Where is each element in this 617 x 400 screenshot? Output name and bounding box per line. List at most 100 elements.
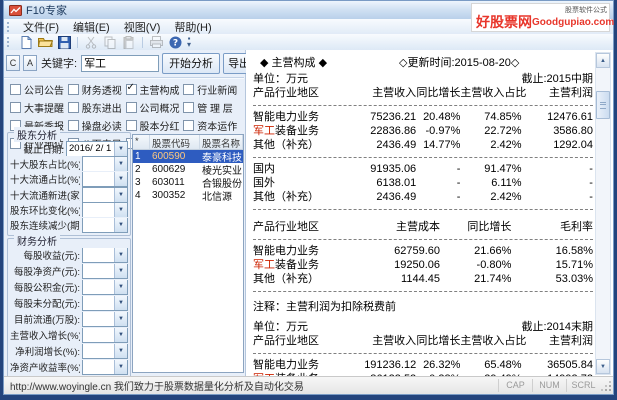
case-c-button[interactable]: C xyxy=(6,55,20,71)
checkbox-box[interactable] xyxy=(67,84,79,95)
chevron-down-icon[interactable]: ▼ xyxy=(114,264,127,278)
start-analysis-button[interactable]: 开始分析 xyxy=(162,52,221,74)
filter-capital-ops[interactable]: 资本运作 xyxy=(183,118,241,133)
chevron-down-icon[interactable]: ▼ xyxy=(114,202,127,217)
vertical-scrollbar[interactable]: ▲ ▼ xyxy=(595,52,611,375)
field-holder-decrease: 股东连续减少(期): ▼ xyxy=(10,217,128,233)
undistributed-combo[interactable]: ▼ xyxy=(82,295,128,311)
revenue-growth-combo[interactable]: ▼ xyxy=(82,327,128,343)
report-row: 军工装备业务 19250.06 -0.80% 15.71% xyxy=(253,259,593,271)
field-label: 每股净资产(元): xyxy=(14,267,80,278)
filter-must-read[interactable]: 操盘必读 xyxy=(67,118,126,133)
cutoff-date-combo[interactable]: 2016/ 2/ 1 ▼ xyxy=(66,141,128,157)
checkbox-box[interactable] xyxy=(125,82,137,95)
bps-combo[interactable]: ▼ xyxy=(82,263,128,279)
field-top10-holders: 十大股东占比(%): ▼ xyxy=(10,156,128,172)
filter-holder-moves[interactable]: 股东进出 xyxy=(67,100,126,115)
filter-company-profile[interactable]: 公司概况 xyxy=(125,100,184,115)
checkbox-label: 财务透视 xyxy=(81,86,122,97)
help-icon[interactable]: ? xyxy=(166,35,184,50)
print-icon[interactable] xyxy=(147,35,165,50)
toolbar-overflow-icon[interactable]: ▪ ▾ xyxy=(187,35,191,49)
save-icon[interactable] xyxy=(55,35,73,50)
header-stock-code[interactable]: 股票代码 xyxy=(150,135,200,149)
chevron-down-icon[interactable]: ▼ xyxy=(114,172,127,187)
checkbox-box[interactable] xyxy=(125,120,137,131)
stock-row[interactable]: 4 300352 北信源 xyxy=(133,189,243,203)
checkbox-box[interactable] xyxy=(67,120,79,131)
chevron-down-icon[interactable]: ▼ xyxy=(114,218,127,233)
shareholder-analysis-box: 股东分析 截止日期: 2016/ 2/ 1 ▼ 十大股东占比(%): ▼ 十大流… xyxy=(7,127,131,236)
menu-help[interactable]: 帮助(H) xyxy=(167,18,218,36)
chevron-down-icon[interactable]: ▼ xyxy=(114,141,127,156)
status-text: http://www.woyingle.cn 我们致力于股票数据量化分析及自动化… xyxy=(10,382,304,393)
filter-main-business[interactable]: 主营构成 xyxy=(125,82,184,97)
checkbox-box[interactable] xyxy=(183,120,195,131)
checkbox-box[interactable] xyxy=(10,102,21,113)
unit-label: 单位：万元 xyxy=(253,321,308,333)
holder-change-combo[interactable]: ▼ xyxy=(82,202,128,218)
new-file-icon[interactable] xyxy=(17,35,35,50)
dashed-divider xyxy=(253,353,593,354)
top10-holders-combo[interactable]: ▼ xyxy=(82,156,128,172)
header-stock-name[interactable]: 股票名称 xyxy=(200,135,243,149)
menu-file[interactable]: 文件(F) xyxy=(16,18,66,36)
checkbox-box[interactable] xyxy=(183,102,195,113)
scroll-thumb[interactable] xyxy=(596,91,610,119)
checkbox-box[interactable] xyxy=(10,84,21,95)
checkbox-box[interactable] xyxy=(183,84,195,95)
chevron-down-icon[interactable]: ▼ xyxy=(114,360,127,374)
checkbox-box[interactable] xyxy=(125,102,137,113)
filter-major-events[interactable]: 大事提醒 xyxy=(10,100,68,115)
top10-float-combo[interactable]: ▼ xyxy=(82,171,128,187)
filter-finance-view[interactable]: 财务透视 xyxy=(67,82,126,97)
report-header: ◆ 主营构成 ◆ ◇更新时间:2015-08-20◇ xyxy=(252,54,595,70)
roe-combo[interactable]: ▼ xyxy=(82,359,128,375)
report-row: 其他（补充） 2436.49-2.42% - xyxy=(253,191,593,203)
menu-view[interactable]: 视图(V) xyxy=(117,18,168,36)
chevron-down-icon[interactable]: ▼ xyxy=(114,296,127,310)
case-a-button[interactable]: A xyxy=(23,55,37,71)
toolbar-drag-handle[interactable] xyxy=(7,37,12,47)
keyword-input[interactable] xyxy=(81,54,160,72)
reserve-combo[interactable]: ▼ xyxy=(82,279,128,295)
filter-company-announce[interactable]: 公司公告 xyxy=(10,82,68,97)
profit-growth-combo[interactable]: ▼ xyxy=(82,343,128,359)
menubar-drag-handle[interactable] xyxy=(7,21,12,32)
field-top10-float: 十大流通占比(%): ▼ xyxy=(10,171,128,187)
paste-icon[interactable] xyxy=(120,35,138,50)
filter-management[interactable]: 管 理 层 xyxy=(183,100,241,115)
float-shares-combo[interactable]: ▼ xyxy=(82,311,128,327)
scroll-up-icon[interactable]: ▲ xyxy=(596,53,610,68)
resize-grip[interactable] xyxy=(600,380,612,392)
groupbox-title: 股东分析 xyxy=(14,127,60,142)
holder-decrease-combo[interactable]: ▼ xyxy=(82,217,128,233)
chevron-down-icon[interactable]: ▼ xyxy=(114,344,127,358)
scroll-down-icon[interactable]: ▼ xyxy=(596,359,610,374)
header-index[interactable]: * xyxy=(133,135,150,149)
chevron-down-icon[interactable]: ▼ xyxy=(114,248,127,262)
eps-combo[interactable]: ▼ xyxy=(82,247,128,263)
checkbox-label: 股东进出 xyxy=(81,104,122,115)
checkbox-label: 股本分红 xyxy=(139,122,180,133)
field-label: 每股未分配(元): xyxy=(14,299,80,310)
top10-new-combo[interactable]: ▼ xyxy=(82,187,128,203)
tool-bar: ? ▪ ▾ xyxy=(4,34,613,51)
chevron-down-icon[interactable]: ▼ xyxy=(114,312,127,326)
checkbox-box[interactable] xyxy=(67,102,79,113)
chevron-down-icon[interactable]: ▼ xyxy=(114,156,127,171)
open-folder-icon[interactable] xyxy=(36,35,54,50)
field-reserve: 每股公积金(元): ▼ xyxy=(10,279,128,295)
checkbox-label: 主营构成 xyxy=(139,86,180,97)
copy-icon[interactable] xyxy=(101,35,119,50)
filter-dividend[interactable]: 股本分红 xyxy=(125,118,184,133)
menu-edit[interactable]: 编辑(E) xyxy=(66,18,117,36)
cut-icon[interactable] xyxy=(82,35,100,50)
chevron-down-icon[interactable]: ▼ xyxy=(114,328,127,342)
filter-industry-news[interactable]: 行业新闻 xyxy=(183,82,241,97)
chevron-down-icon[interactable]: ▼ xyxy=(114,280,127,294)
banner-tagline: 股票软件公式 xyxy=(565,7,607,14)
chevron-down-icon[interactable]: ▼ xyxy=(114,187,127,202)
field-label: 净资产收益率(%): xyxy=(10,363,80,374)
window-title: F10专家 xyxy=(26,5,67,17)
